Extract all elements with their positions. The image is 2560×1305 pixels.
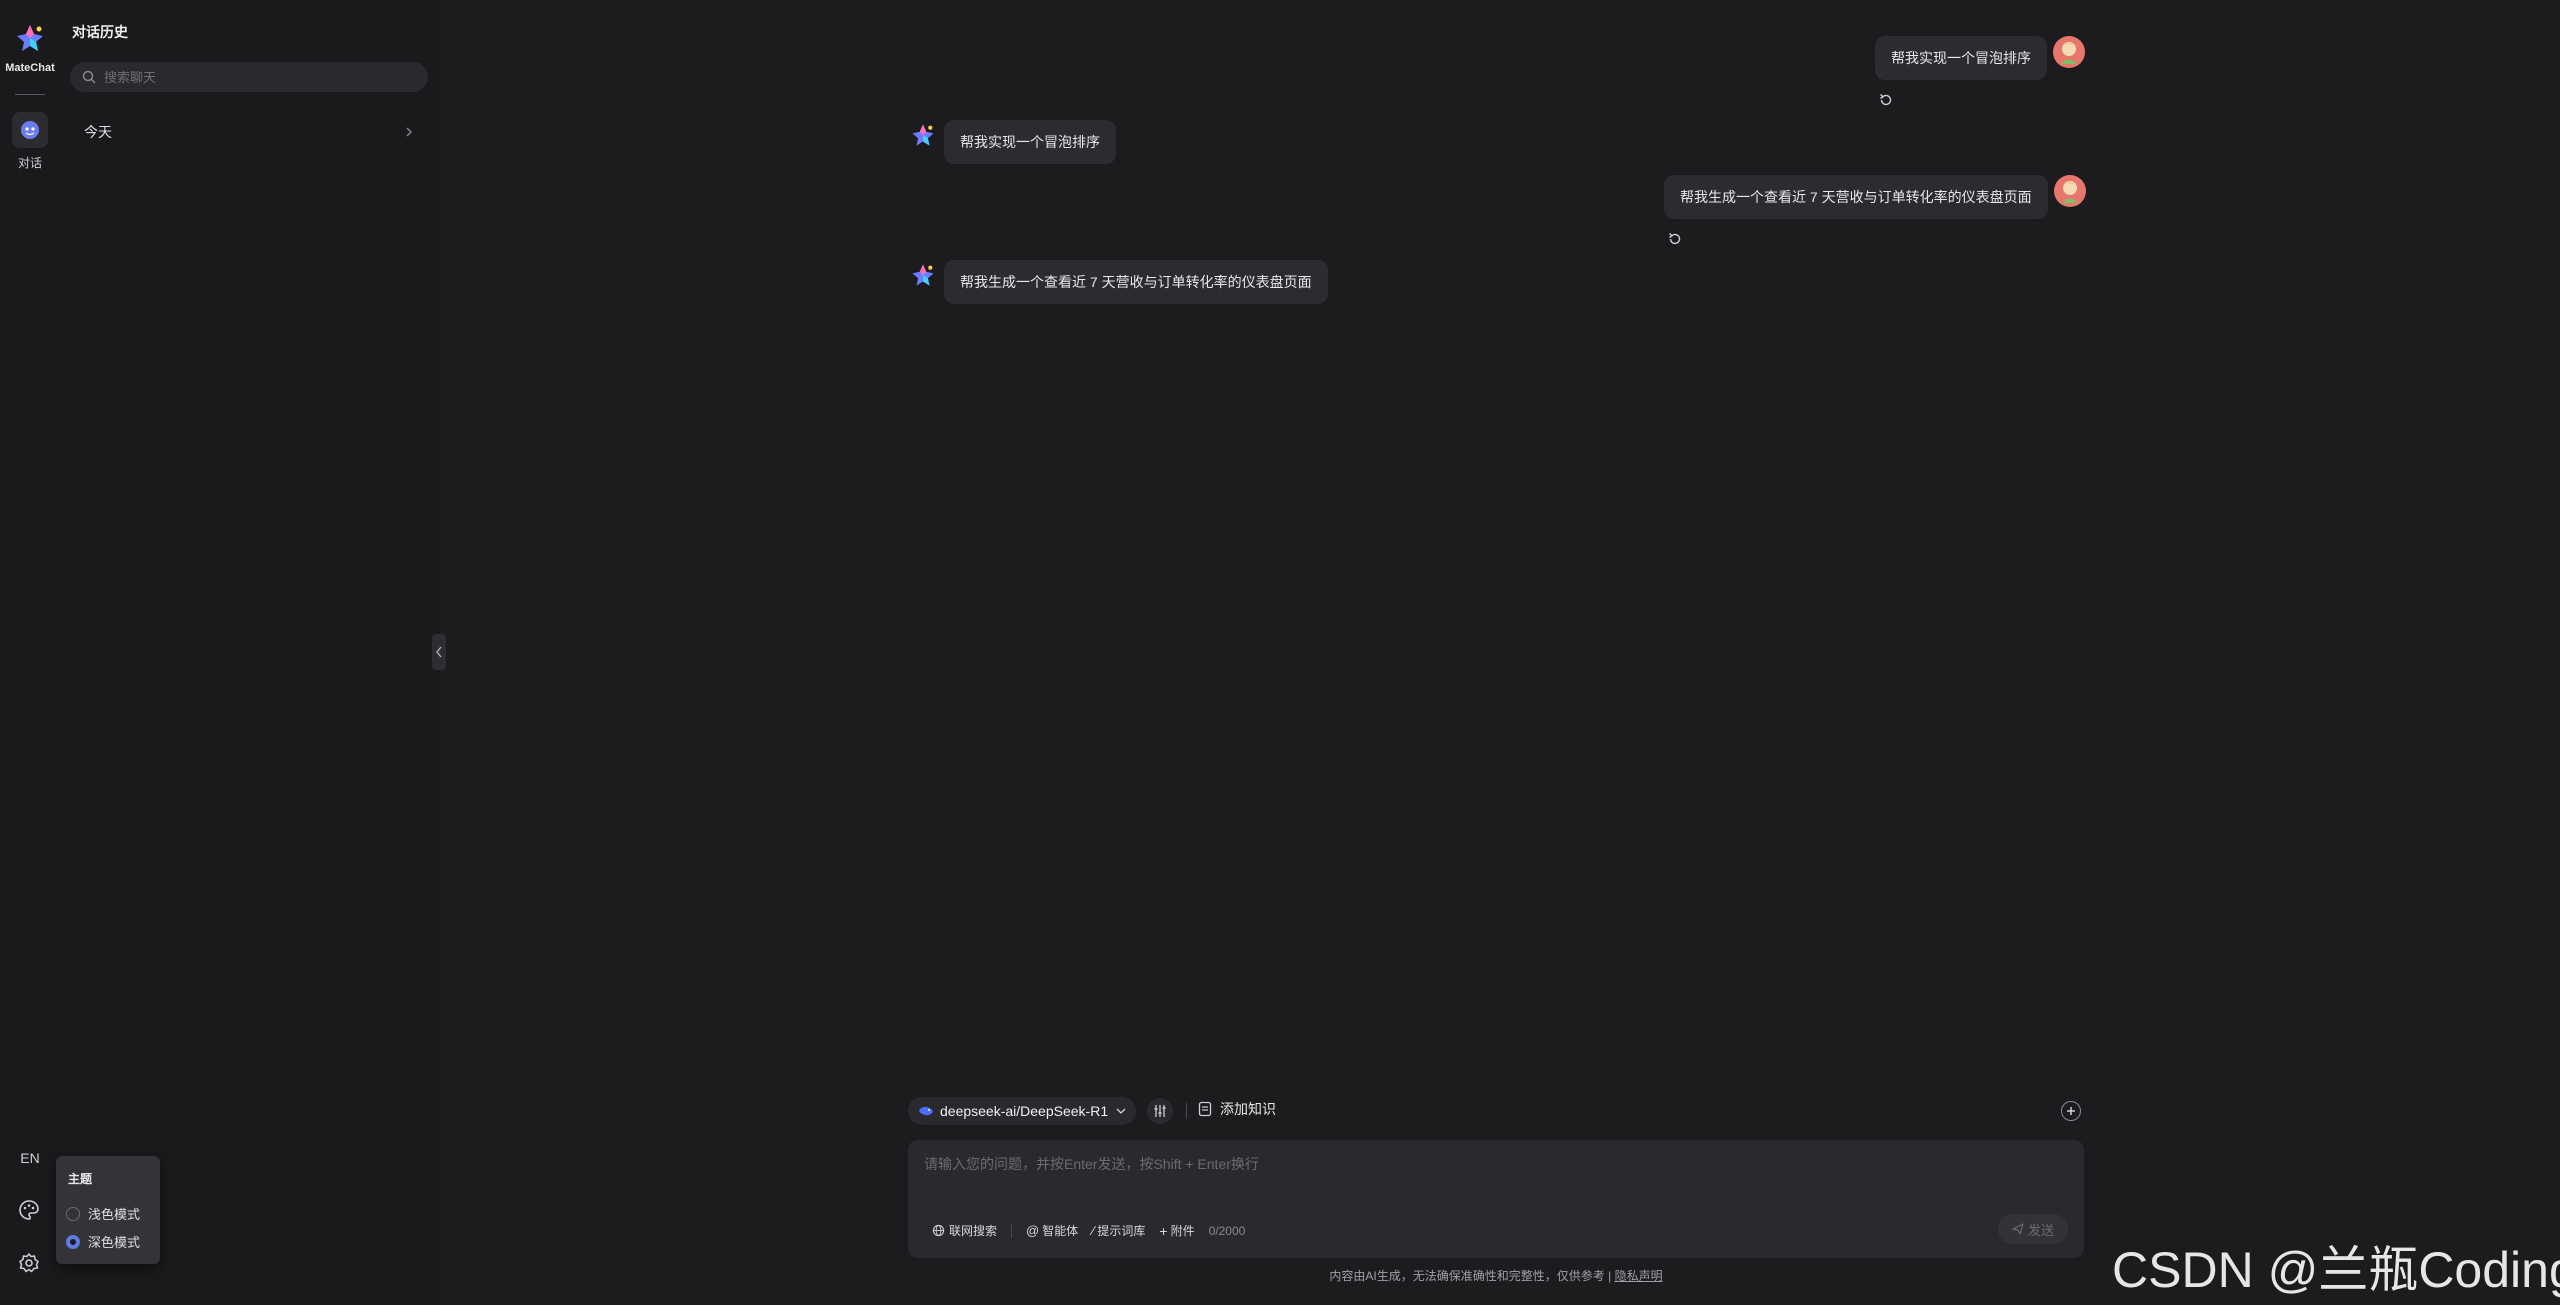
message-user: 帮我生成一个查看近 7 天营收与订单转化率的仪表盘页面 (1664, 175, 2086, 219)
search-input[interactable] (104, 69, 404, 85)
message-bubble: 帮我生成一个查看近 7 天营收与订单转化率的仪表盘页面 (944, 260, 1328, 304)
message-input[interactable] (924, 1154, 2064, 1204)
at-sign-icon: @ (1026, 1223, 1040, 1238)
theme-option-label: 深色模式 (88, 1235, 141, 1250)
model-selector[interactable]: deepseek-ai/DeepSeek-R1 (908, 1097, 1136, 1125)
avatar (2053, 175, 2086, 207)
rail-divider (15, 94, 45, 95)
attachment-button[interactable]: + 附件 (1159, 1222, 1194, 1239)
palette-icon[interactable] (18, 1199, 40, 1221)
message-assistant: 帮我实现一个冒泡排序 (944, 120, 1116, 164)
disclaimer: 内容由AI生成，无法确保准确性和完整性，仅供参考 | 隐私声明 (1128, 1267, 1864, 1284)
assistant-logo-icon (912, 264, 934, 286)
radio-checked[interactable] (66, 1234, 80, 1249)
send-button[interactable]: 发送 (1998, 1214, 2068, 1244)
language-toggle[interactable]: EN (0, 1150, 60, 1166)
prompt-library-label: 提示词库 (1097, 1224, 1146, 1238)
message-bubble: 帮我实现一个冒泡排序 (1875, 36, 2047, 80)
theme-option-dark[interactable]: 深色模式 (66, 1232, 140, 1251)
chat-bot-icon (21, 121, 39, 139)
add-knowledge-button[interactable]: 添加知识 (1198, 1099, 1276, 1119)
assistant-logo-icon (912, 124, 934, 146)
history-search[interactable] (70, 62, 428, 92)
history-title: 对话历史 (72, 24, 128, 40)
agent-button[interactable]: @ 智能体 (1026, 1222, 1078, 1239)
theme-option-label: 浅色模式 (88, 1207, 141, 1222)
history-group-today[interactable]: 今天 (70, 118, 428, 146)
toolbar-divider (1186, 1103, 1187, 1119)
plus-icon: + (1159, 1222, 1168, 1239)
search-icon (82, 70, 96, 84)
deepseek-whale-icon (919, 1106, 933, 1116)
collapse-sidebar-button[interactable] (432, 634, 446, 670)
message-assistant: 帮我生成一个查看近 7 天营收与订单转化率的仪表盘页面 (944, 260, 1328, 304)
web-search-button[interactable]: 联网搜索 (932, 1222, 997, 1239)
message-bubble: 帮我实现一个冒泡排序 (944, 120, 1116, 164)
new-chat-button[interactable] (2061, 1101, 2081, 1121)
theme-option-light[interactable]: 浅色模式 (66, 1204, 140, 1223)
user-avatar-icon (2061, 42, 2077, 64)
history-group-label: 今天 (84, 124, 112, 140)
model-name: deepseek-ai/DeepSeek-R1 (940, 1103, 1109, 1119)
globe-icon (932, 1224, 945, 1237)
app-name: MateChat (5, 62, 55, 74)
nav-chat-label: 对话 (17, 156, 42, 170)
prompt-library-button[interactable]: ⁄ 提示词库 (1092, 1222, 1145, 1239)
attachment-label: 附件 (1170, 1224, 1195, 1238)
web-search-label: 联网搜索 (949, 1224, 998, 1238)
send-label: 发送 (2027, 1222, 2054, 1238)
user-avatar-icon (2061, 181, 2078, 203)
theme-popover-title: 主题 (68, 1172, 93, 1186)
tools-divider (1011, 1223, 1013, 1238)
chevron-left-icon (436, 646, 442, 658)
agent-label: 智能体 (1042, 1224, 1079, 1238)
composer-box: 联网搜索 @ 智能体 ⁄ 提示词库 + 附件 0/2000 发送 (908, 1140, 2084, 1258)
add-knowledge-label: 添加知识 (1220, 1101, 1276, 1117)
message-bubble: 帮我生成一个查看近 7 天营收与订单转化率的仪表盘页面 (1664, 175, 2048, 219)
regenerate-icon[interactable] (1667, 231, 1683, 247)
regenerate-icon[interactable] (1878, 92, 1894, 108)
composer-tools: 联网搜索 @ 智能体 ⁄ 提示词库 + 附件 0/2000 (932, 1222, 1245, 1239)
parameter-settings-button[interactable] (1147, 1098, 1173, 1124)
history-panel: 对话历史 今天 (60, 0, 440, 1305)
matechat-logo-icon[interactable] (14, 22, 46, 54)
icon-rail: MateChat 对话 EN (0, 0, 60, 1305)
document-icon (1198, 1101, 1212, 1117)
plus-icon (2067, 1107, 2075, 1115)
watermark: CSDN @兰瓶Coding (2112, 1242, 2560, 1298)
privacy-link[interactable]: 隐私声明 (1615, 1269, 1663, 1283)
chevron-down-icon (1116, 1108, 1126, 1114)
sliders-icon (1154, 1105, 1166, 1117)
message-user: 帮我实现一个冒泡排序 (1875, 36, 2085, 80)
slash-icon: ⁄ (1092, 1223, 1095, 1238)
app-root: MateChat 对话 EN 对话历史 搜索聊天 今天 帮我实现一个冒泡排序 帮… (0, 0, 2560, 1305)
chevron-right-icon (406, 127, 412, 137)
send-icon (2012, 1223, 2024, 1235)
radio-unchecked[interactable] (66, 1206, 80, 1221)
theme-popover: 主题 浅色模式 深色模式 (56, 1156, 160, 1264)
avatar (2053, 36, 2085, 68)
nav-chat-button[interactable] (12, 112, 48, 148)
char-count: 0/2000 (1208, 1223, 1246, 1238)
gear-icon[interactable] (18, 1252, 40, 1274)
disclaimer-text: 内容由AI生成，无法确保准确性和完整性，仅供参考 | (1329, 1269, 1615, 1283)
